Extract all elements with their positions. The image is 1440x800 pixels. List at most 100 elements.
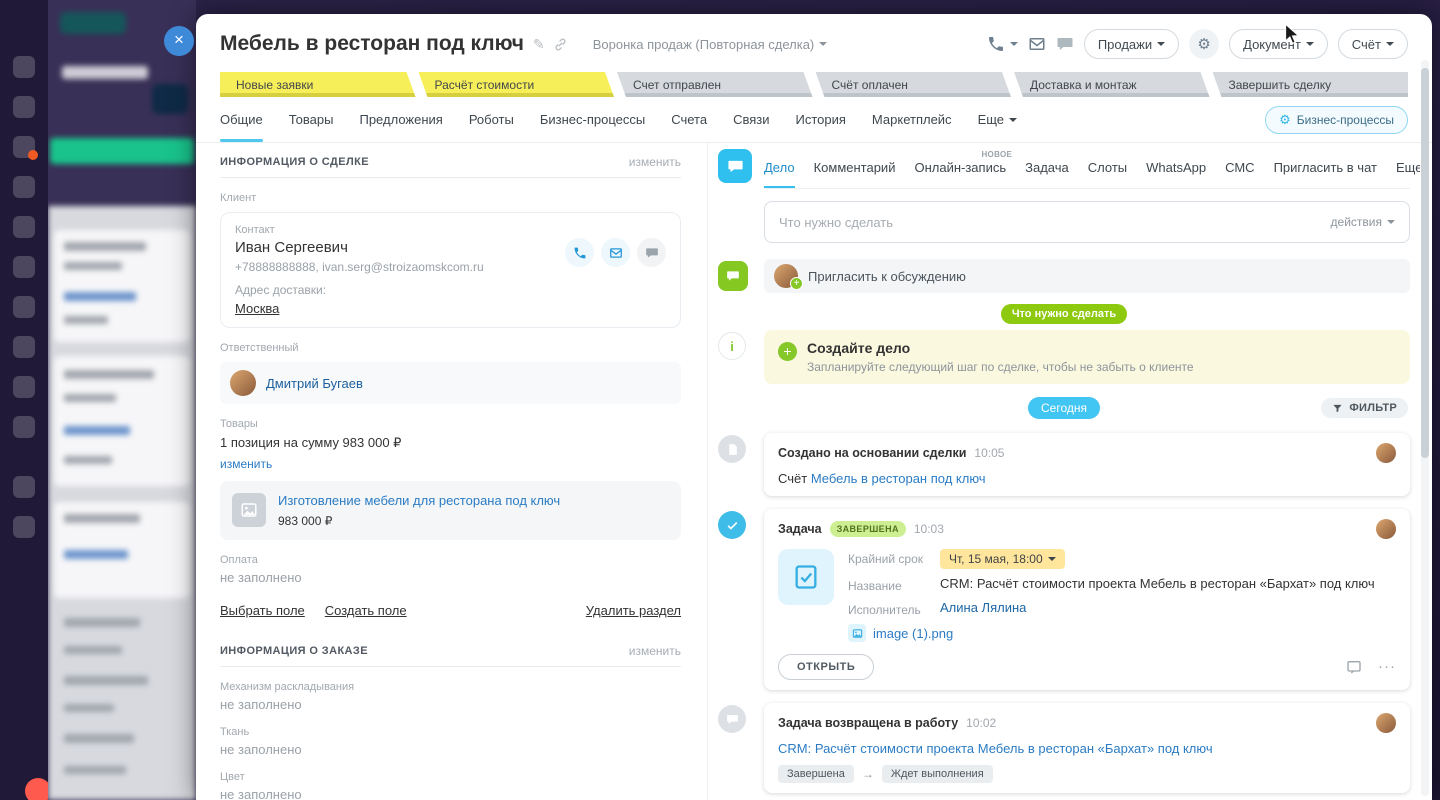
deal-tabs: Общие Товары Предложения Роботы Бизнес-п… (196, 97, 1432, 143)
entry-body: CRM: Расчёт стоимости проекта Мебель в р… (778, 741, 1396, 756)
entry-header: Задача возвращена в работу 10:02 (778, 713, 1396, 733)
chat-bubble-icon (718, 705, 746, 733)
products-edit-link[interactable]: изменить (220, 457, 272, 471)
stage-estimate[interactable]: Расчёт стоимости (419, 72, 615, 97)
divider (220, 177, 681, 178)
tab-general[interactable]: Общие (220, 97, 263, 142)
order-info-edit-link[interactable]: изменить (629, 644, 681, 658)
entry-avatar[interactable] (1376, 443, 1396, 463)
entry-title: Задача (778, 522, 822, 536)
activity-chat-icon (718, 149, 752, 183)
document-dropdown-button[interactable]: Документ (1229, 29, 1328, 59)
chat-contact-icon[interactable] (637, 238, 666, 267)
entry-title: Задача возвращена в работу (778, 716, 959, 730)
tab-robots[interactable]: Роботы (469, 97, 514, 142)
more-menu-icon[interactable]: ··· (1378, 659, 1396, 674)
tab-quotes[interactable]: Предложения (359, 97, 442, 142)
close-slider-button[interactable]: × (164, 26, 194, 56)
business-processes-button[interactable]: ⚙ Бизнес-процессы (1265, 105, 1408, 134)
address-value-link[interactable]: Москва (235, 301, 279, 316)
order-field-label: Ткань (220, 726, 250, 738)
stage-delivery[interactable]: Доставка и монтаж (1014, 72, 1210, 97)
ttab-online-booking[interactable]: Онлайн-запись НОВОЕ (914, 147, 1011, 188)
ttab-more[interactable]: Еще (1396, 147, 1420, 188)
composer-row: действия (718, 201, 1410, 243)
stage-new[interactable]: Новые заявки (220, 72, 416, 97)
sidebar-app-icon (13, 516, 35, 538)
delete-section-link[interactable]: Удалить раздел (586, 603, 681, 618)
attachment-row[interactable]: image (1).png (848, 624, 1396, 642)
email-contact-icon[interactable] (601, 238, 630, 267)
background-page-title (62, 66, 148, 79)
assignee-label: Исполнитель (848, 603, 921, 617)
tab-products[interactable]: Товары (289, 97, 334, 142)
ttab-activity[interactable]: Дело (764, 147, 795, 188)
settings-gear-button[interactable]: ⚙ (1189, 29, 1220, 59)
ttab-sms[interactable]: СМС (1225, 147, 1254, 188)
todo-input[interactable] (779, 214, 1331, 230)
stage-invoice-sent[interactable]: Счет отправлен (617, 72, 813, 97)
entry-card: Создано на основании сделки 10:05 Счёт М… (764, 433, 1410, 496)
deal-info-column: ИНФОРМАЦИЯ О СДЕЛКЕ изменить Клиент Конт… (196, 143, 708, 800)
entry-avatar[interactable] (1376, 713, 1396, 733)
stage-close[interactable]: Завершить сделку (1212, 72, 1408, 97)
filter-button[interactable]: ФИЛЬТР (1321, 398, 1408, 418)
order-field-value: не заполнено (220, 742, 302, 757)
stage-invoice-paid[interactable]: Счёт оплачен (816, 72, 1012, 97)
client-label: Клиент (220, 192, 257, 204)
add-activity-icon[interactable]: + (778, 342, 797, 361)
task-check-icon (718, 511, 746, 539)
scrollbar-track[interactable] (1421, 60, 1429, 796)
task-name-link[interactable]: CRM: Расчёт стоимости проекта Мебель в р… (940, 576, 1375, 591)
ttab-invite-chat[interactable]: Пригласить в чат (1274, 147, 1377, 188)
funnel-selector[interactable]: Воронка продаж (Повторная сделка) (593, 37, 828, 52)
invite-to-discussion[interactable]: + Пригласить к обсуждению (764, 259, 1410, 293)
invite-row: + Пригласить к обсуждению (718, 259, 1410, 293)
task-link[interactable]: CRM: Расчёт стоимости проекта Мебель в р… (778, 741, 1213, 756)
tab-more[interactable]: Еще (978, 97, 1018, 142)
mouse-cursor (1284, 24, 1301, 45)
chat-icon[interactable] (1056, 35, 1074, 53)
tab-marketplace[interactable]: Маркетплейс (872, 97, 952, 142)
invoice-dropdown-button[interactable]: Счёт (1337, 29, 1408, 59)
ttab-whatsapp[interactable]: WhatsApp (1146, 147, 1206, 188)
invoice-link[interactable]: Мебель в ресторан под ключ (811, 471, 986, 486)
contact-card: Контакт Иван Сергеевич +78888888888, iva… (220, 212, 681, 328)
chevron-down-icon (1386, 42, 1394, 50)
ttab-slots[interactable]: Слоты (1088, 147, 1127, 188)
responsible-name-link[interactable]: Дмитрий Бугаев (266, 376, 363, 391)
scrollbar-thumb[interactable] (1421, 68, 1429, 458)
timeline-icon-cell (718, 201, 764, 203)
ttab-comment[interactable]: Комментарий (814, 147, 896, 188)
comment-square-icon[interactable] (1346, 659, 1362, 675)
phone-icon[interactable] (987, 35, 1018, 53)
timeline-icon-cell: i (718, 330, 764, 360)
tab-business-processes[interactable]: Бизнес-процессы (540, 97, 645, 142)
deal-slider: Мебель в ресторан под ключ ✎ Воронка про… (196, 14, 1432, 800)
sales-dropdown-button[interactable]: Продажи (1083, 29, 1180, 59)
attachment-link[interactable]: image (1).png (873, 626, 953, 641)
close-icon: × (174, 30, 184, 49)
call-contact-icon[interactable] (565, 238, 594, 267)
task-clipboard-icon (778, 549, 834, 605)
open-task-button[interactable]: ОТКРЫТЬ (778, 654, 875, 680)
edit-title-icon[interactable]: ✎ (533, 36, 545, 53)
choose-field-link[interactable]: Выбрать поле (220, 603, 305, 618)
create-field-link[interactable]: Создать поле (325, 603, 407, 618)
tab-invoices[interactable]: Счета (671, 97, 707, 142)
deal-info-edit-link[interactable]: изменить (629, 155, 681, 169)
products-summary: 1 позиция на сумму 983 000 ₽ (220, 435, 402, 450)
email-icon[interactable] (1028, 35, 1046, 53)
entry-avatar[interactable] (1376, 519, 1396, 539)
copy-link-icon[interactable] (554, 38, 567, 51)
tab-links[interactable]: Связи (733, 97, 769, 142)
assignee-link[interactable]: Алина Лялина (940, 600, 1026, 615)
tab-history[interactable]: История (796, 97, 846, 142)
product-name-link[interactable]: Изготовление мебели для ресторана под кл… (278, 493, 560, 508)
ttab-task[interactable]: Задача (1025, 147, 1069, 188)
deadline-value[interactable]: Чт, 15 мая, 18:00 (940, 549, 1065, 569)
gear-icon: ⚙ (1197, 36, 1211, 53)
responsible-row[interactable]: Дмитрий Бугаев (220, 362, 681, 404)
entry-header: Задача ЗАВЕРШЕНА 10:03 (778, 519, 1396, 539)
actions-dropdown[interactable]: действия (1331, 215, 1395, 229)
